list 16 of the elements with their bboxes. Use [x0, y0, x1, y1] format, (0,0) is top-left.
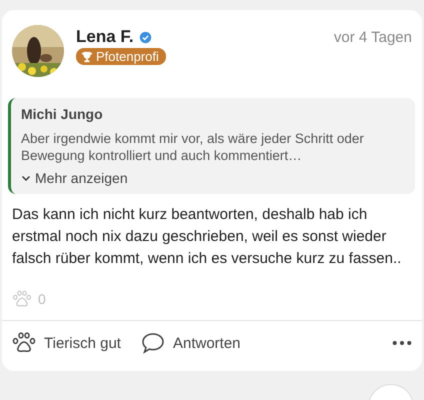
paw-icon [12, 331, 36, 355]
quote-author: Michi Jungo [21, 106, 104, 122]
post-time: vor 4 Tagen [334, 29, 412, 46]
paw-icon [12, 289, 32, 309]
speech-bubble-icon [140, 331, 165, 355]
show-more-link[interactable]: Mehr anzeigen [21, 170, 128, 186]
trophy-icon [81, 50, 93, 62]
reply-button[interactable]: Antworten [140, 331, 241, 355]
post-text: Das kann ich nicht kurz beantworten, deshalb hab ich erstmal noch nix dazu geschrieben, weil es sonst wieder falsch rüber kommt, wenn ich es versuche kurz zu fassen.. [11, 205, 402, 269]
rank-badge: Pfotenprofi [76, 48, 166, 65]
more-options-icon[interactable] [392, 340, 412, 346]
quote-text: Aber irgendwie kommt mir vor, als wäre jeder Schritt oder Bewegung kontrolliert und auch kommentiert… [21, 130, 365, 164]
like-count: 0 [38, 291, 46, 307]
chevron-down-icon [21, 173, 31, 183]
author-name[interactable]: Lena F. [76, 27, 134, 47]
like-button[interactable]: Tierisch gut [12, 331, 121, 355]
